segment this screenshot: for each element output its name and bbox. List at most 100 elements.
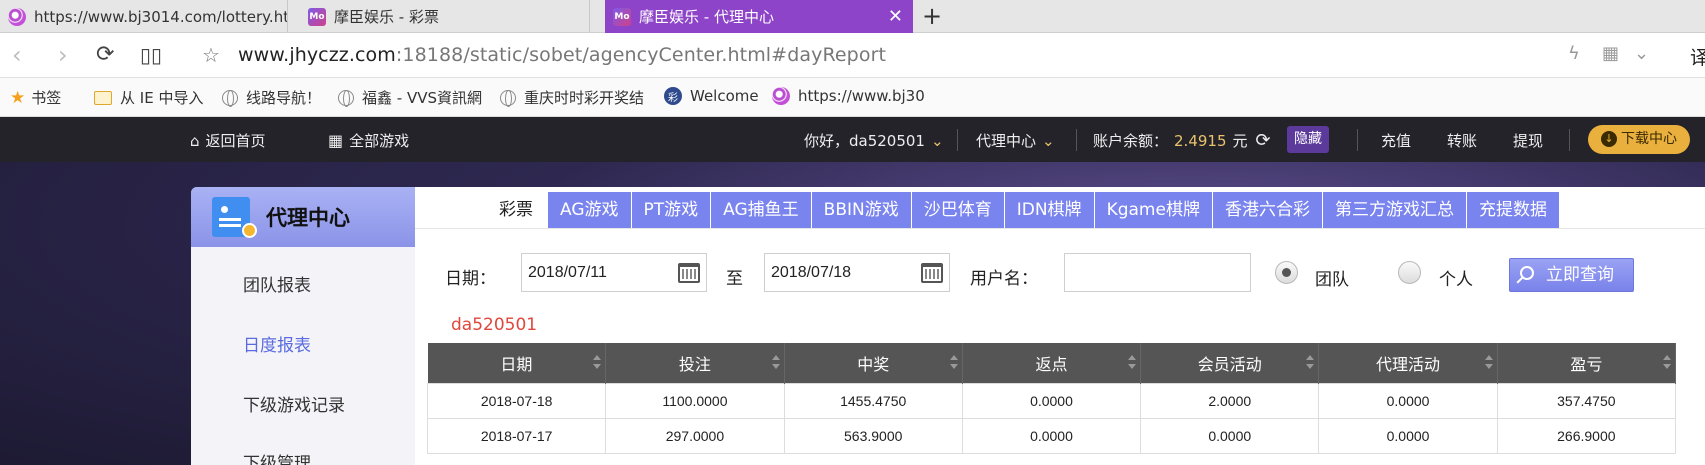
calendar-icon[interactable]: [921, 263, 943, 283]
tab-ag[interactable]: AG游戏: [548, 192, 632, 228]
sidebar-title: 代理中心: [266, 206, 350, 230]
team-radio[interactable]: [1275, 261, 1298, 284]
refresh-icon[interactable]: ⟳: [1256, 130, 1271, 151]
tab-saba-sports[interactable]: 沙巴体育: [911, 192, 1005, 228]
all-games-link[interactable]: ▦ 全部游戏: [328, 130, 409, 151]
divider: [1357, 129, 1358, 151]
new-tab-button[interactable]: +: [922, 2, 942, 30]
lightning-icon[interactable]: ϟ: [1568, 43, 1580, 64]
tab-label: 摩臣娱乐 - 彩票: [334, 8, 439, 26]
date-from-input[interactable]: [522, 254, 672, 291]
withdraw-link[interactable]: 提现: [1513, 130, 1543, 151]
bookmark-item[interactable]: https://www.bj30: [772, 87, 925, 105]
daily-report-table: 日期 投注 中奖 返点 会员活动 代理活动 盈亏 2018-07-18 1100…: [426, 343, 1677, 454]
chevron-down-icon[interactable]: ⌄: [1634, 43, 1649, 64]
team-radio-label: 团队: [1315, 270, 1349, 290]
grid-icon: ▦: [328, 131, 344, 150]
personal-radio[interactable]: [1398, 261, 1421, 284]
tab-deposit-withdraw-data[interactable]: 充提数据: [1466, 192, 1560, 228]
query-button[interactable]: 立即查询: [1509, 258, 1634, 292]
chevron-down-icon: ⌄: [930, 131, 944, 150]
column-header[interactable]: 投注: [605, 343, 785, 383]
column-header[interactable]: 代理活动: [1318, 343, 1498, 383]
all-games-label: 全部游戏: [349, 132, 410, 150]
sidebar-item-daily-report[interactable]: 日度报表: [243, 331, 311, 356]
browser-tab-lottery-url[interactable]: https://www.bj3014.com/lottery.htm: [0, 0, 288, 33]
bookmark-item[interactable]: 彩 Welcome: [664, 87, 759, 105]
home-link[interactable]: ⌂ 返回首页: [190, 130, 266, 151]
page-background: 代理中心 团队报表 日度报表 下级游戏记录 下级管理 彩票 AG游戏 PT游戏 …: [0, 162, 1705, 465]
username-input[interactable]: [1065, 254, 1250, 291]
username-field[interactable]: [1064, 253, 1251, 292]
sidebar-item-sub-management[interactable]: 下级管理: [243, 449, 311, 465]
tab-idn-poker[interactable]: IDN棋牌: [1004, 192, 1095, 228]
tab-third-party-summary[interactable]: 第三方游戏汇总: [1322, 192, 1467, 228]
deposit-link[interactable]: 充值: [1381, 130, 1411, 151]
reader-icon[interactable]: ▯▯: [140, 43, 162, 67]
qr-icon[interactable]: ▦: [1602, 43, 1619, 64]
tab-kgame-poker[interactable]: Kgame棋牌: [1094, 192, 1213, 228]
download-label: 下载中心: [1621, 131, 1677, 147]
cell-agent-activity: 0.0000: [1318, 382, 1498, 419]
table-row: 2018-07-17 297.0000 563.9000 0.0000 0.00…: [426, 417, 1677, 454]
column-header[interactable]: 中奖: [784, 343, 963, 383]
tab-lottery[interactable]: 彩票: [485, 192, 548, 228]
column-header[interactable]: 返点: [962, 343, 1142, 383]
report-panel: 彩票 AG游戏 PT游戏 AG捕鱼王 BBIN游戏 沙巴体育 IDN棋牌 Kga…: [415, 187, 1705, 465]
cell-bet: 1100.0000: [605, 382, 785, 419]
header-label: 代理活动: [1376, 354, 1441, 374]
tab-bbin[interactable]: BBIN游戏: [811, 192, 912, 228]
agency-menu[interactable]: 代理中心 ⌄: [976, 130, 1055, 151]
bookmark-item[interactable]: 线路导航！: [222, 87, 321, 108]
reload-icon[interactable]: ⟳: [96, 42, 114, 67]
cell-agent-activity: 0.0000: [1318, 417, 1498, 454]
back-icon[interactable]: ‹: [12, 41, 22, 69]
date-from-field[interactable]: [521, 253, 707, 292]
date-to-field[interactable]: [764, 253, 950, 292]
bookmark-label: 书签: [31, 89, 62, 107]
browser-tab-lottery[interactable]: Mo 摩臣娱乐 - 彩票: [300, 0, 590, 33]
bookmark-item[interactable]: 重庆时时彩开奖结: [500, 87, 644, 108]
browser-tab-agency[interactable]: Mo 摩臣娱乐 - 代理中心 ✕: [605, 0, 913, 33]
date-to-input[interactable]: [765, 254, 915, 291]
url-host: www.jhyczz.com: [238, 44, 396, 66]
tab-pt[interactable]: PT游戏: [631, 192, 712, 228]
close-tab-icon[interactable]: ✕: [888, 6, 903, 27]
bookmark-label: https://www.bj30: [798, 87, 925, 105]
user-menu[interactable]: 你好，da520501 ⌄: [804, 130, 944, 151]
header-label: 日期: [500, 354, 533, 374]
cell-profit-loss: 266.9000: [1496, 417, 1677, 454]
globe-icon: [338, 89, 354, 107]
bookmark-star-icon[interactable]: ☆: [202, 43, 220, 67]
home-icon: ⌂: [190, 131, 200, 150]
forward-icon[interactable]: ›: [58, 41, 68, 69]
url-field[interactable]: www.jhyczz.com:18188/static/sobet/agency…: [238, 44, 886, 66]
sidebar-item-team-report[interactable]: 团队报表: [243, 271, 311, 296]
cell-rebate: 0.0000: [961, 382, 1142, 419]
divider: [1569, 129, 1570, 151]
sidebar-header: 代理中心: [191, 187, 415, 247]
search-icon: [1520, 266, 1534, 280]
chevron-down-icon: ⌄: [1042, 131, 1055, 150]
cell-win: 563.9000: [783, 417, 963, 454]
cell-profit-loss: 357.4750: [1496, 382, 1677, 419]
bookmark-item[interactable]: ★ 书签: [10, 87, 61, 108]
translate-icon[interactable]: 译: [1690, 43, 1705, 70]
column-header[interactable]: 日期: [427, 343, 607, 383]
bookmark-label: 重庆时时彩开奖结: [524, 89, 645, 107]
cell-member-activity: 0.0000: [1140, 417, 1320, 454]
hide-balance-button[interactable]: 隐藏: [1287, 126, 1329, 153]
transfer-link[interactable]: 转账: [1447, 130, 1477, 151]
header-label: 投注: [678, 354, 711, 374]
sidebar-item-sub-game-records[interactable]: 下级游戏记录: [243, 391, 345, 416]
tab-label: https://www.bj3014.com/lottery.htm: [34, 7, 288, 26]
tab-ag-fishing[interactable]: AG捕鱼王: [711, 192, 812, 228]
bookmark-item[interactable]: 从 IE 中导入: [94, 87, 203, 108]
cell-date: 2018-07-18: [426, 382, 607, 419]
column-header[interactable]: 会员活动: [1140, 343, 1320, 383]
column-header[interactable]: 盈亏: [1497, 343, 1677, 383]
calendar-icon[interactable]: [678, 263, 700, 283]
download-center-button[interactable]: ↓ 下载中心: [1588, 125, 1690, 154]
bookmark-item[interactable]: 福鑫 - VVS資訊網: [338, 87, 482, 108]
tab-hk-marksix[interactable]: 香港六合彩: [1212, 192, 1323, 228]
